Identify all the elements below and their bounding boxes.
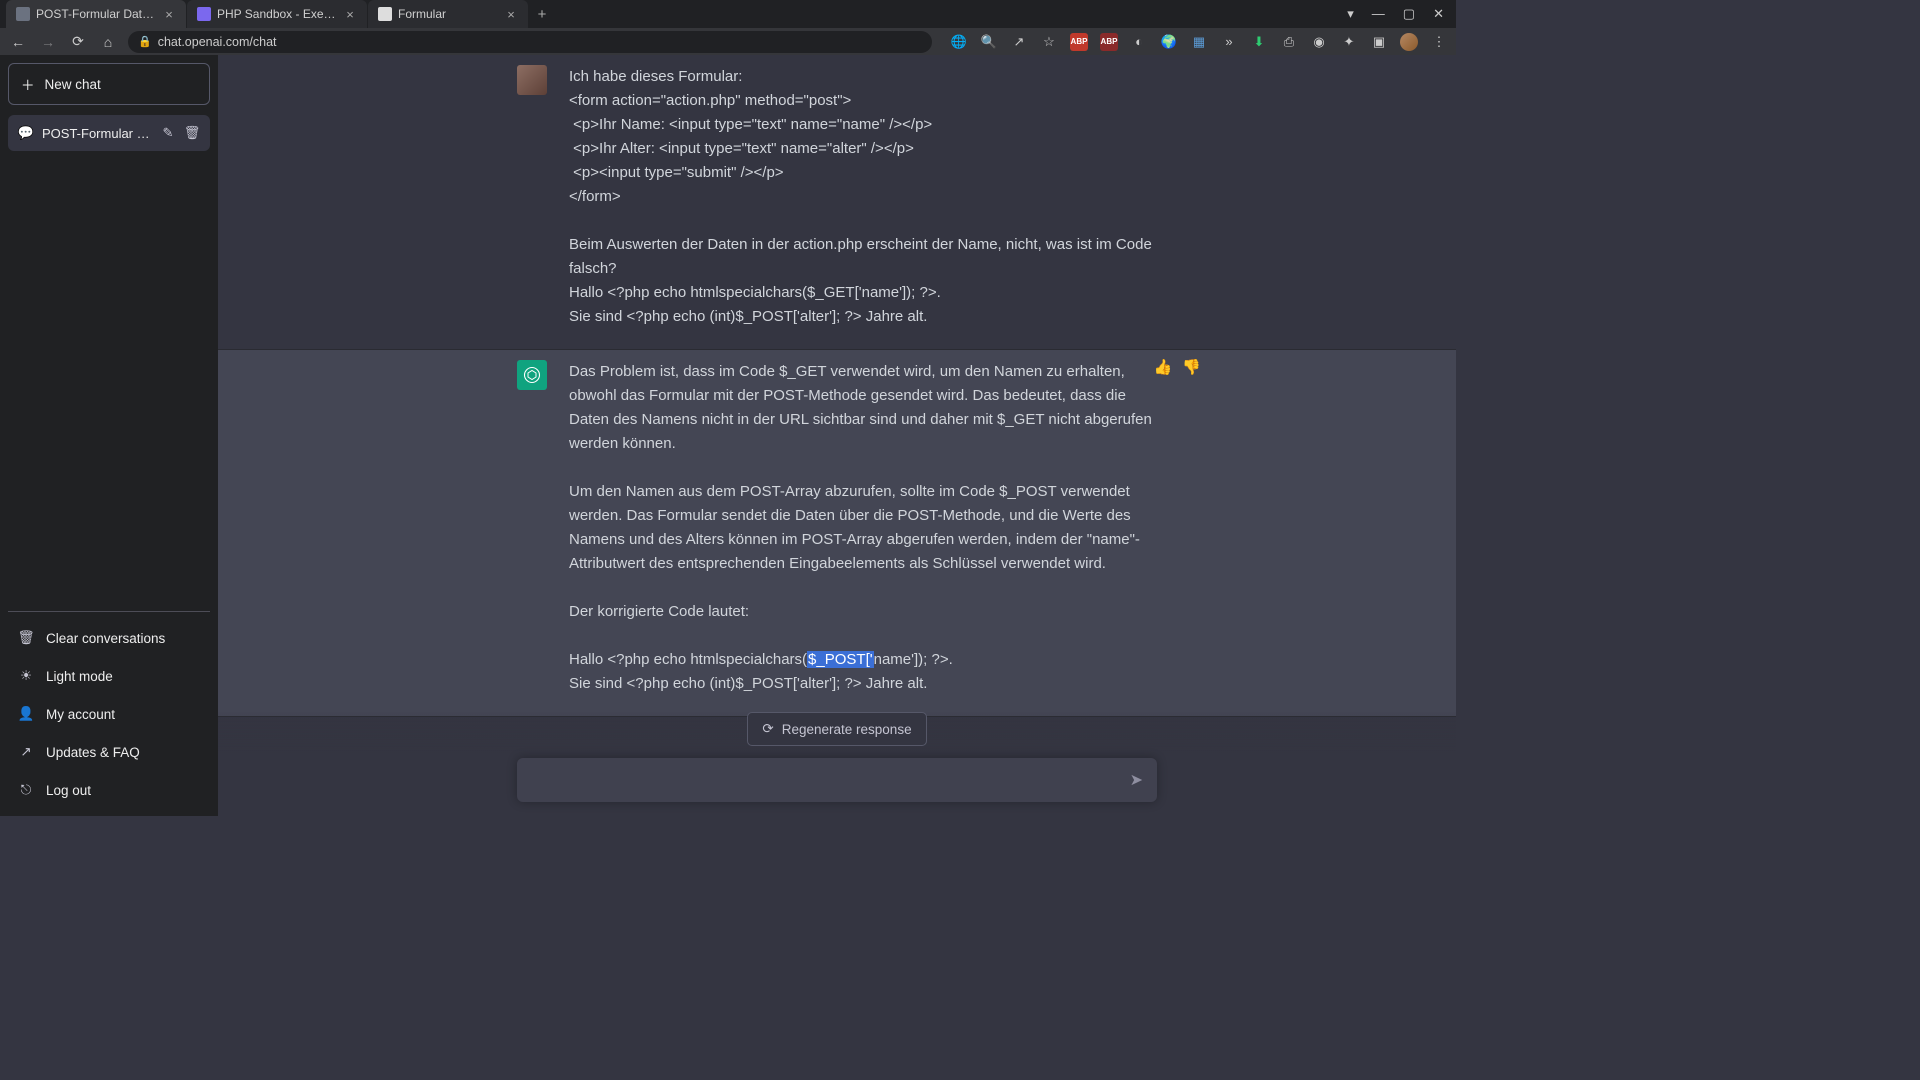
updates-faq-button[interactable]: ↗ Updates & FAQ xyxy=(8,734,210,770)
thumbs-up-icon[interactable]: 👍 xyxy=(1154,358,1173,376)
assistant-p3: Der korrigierte Code lautet: xyxy=(569,603,749,620)
menu-icon[interactable]: ⋮ xyxy=(1430,33,1448,51)
code-highlight: $_POST[' xyxy=(807,651,874,668)
code-post: name']); ?>. xyxy=(874,651,953,668)
minimize-icon[interactable]: — xyxy=(1372,6,1385,22)
main: Ich habe dieses Formular: <form action="… xyxy=(218,55,1456,816)
star-icon[interactable]: ☆ xyxy=(1040,33,1058,51)
url-text: chat.openai.com/chat xyxy=(158,35,277,49)
sidebar: ＋ New chat 💬 POST-Formular Daten v ✎ 🗑 🗑… xyxy=(0,55,218,816)
back-button[interactable]: ← xyxy=(8,32,28,52)
camcorder-ext-icon[interactable]: ◉ xyxy=(1310,33,1328,51)
extensions-icon[interactable]: ✦ xyxy=(1340,33,1358,51)
log-out-button[interactable]: ⎋ Log out xyxy=(8,772,210,808)
favicon-icon xyxy=(16,7,30,21)
sidepanel-icon[interactable]: ▣ xyxy=(1370,33,1388,51)
clear-conversations-button[interactable]: 🗑 Clear conversations xyxy=(8,620,210,656)
assistant-message-content: Das Problem ist, dass im Code $_GET verw… xyxy=(569,360,1157,696)
new-chat-button[interactable]: ＋ New chat xyxy=(8,63,210,105)
conversation-item[interactable]: 💬 POST-Formular Daten v ✎ 🗑 xyxy=(8,115,210,151)
share-icon[interactable]: ↗ xyxy=(1010,33,1028,51)
tab-title: Formular xyxy=(398,7,498,21)
user-message-content: Ich habe dieses Formular: <form action="… xyxy=(569,65,1157,329)
tab-bar: POST-Formular Daten verarbeit… × PHP San… xyxy=(0,0,1456,28)
sidebar-footer: 🗑 Clear conversations ☀ Light mode 👤 My … xyxy=(8,611,210,808)
account-label: My account xyxy=(46,707,115,722)
close-window-icon[interactable]: ✕ xyxy=(1433,6,1444,22)
messages: Ich habe dieses Formular: <form action="… xyxy=(218,55,1456,816)
light-label: Light mode xyxy=(46,669,113,684)
close-icon[interactable]: × xyxy=(162,7,176,21)
new-chat-label: New chat xyxy=(45,77,101,92)
abp-ext-icon[interactable]: ABP xyxy=(1070,33,1088,51)
tab-inactive[interactable]: Formular × xyxy=(368,0,528,28)
translate-icon[interactable]: 🌐 xyxy=(950,33,968,51)
my-account-button[interactable]: 👤 My account xyxy=(8,696,210,732)
user-avatar xyxy=(517,65,547,95)
conversation-title: POST-Formular Daten v xyxy=(42,126,152,141)
clear-label: Clear conversations xyxy=(46,631,165,646)
message-actions: 👍 👎 xyxy=(1154,358,1201,376)
globe-ext-icon[interactable]: 🌍 xyxy=(1160,33,1178,51)
toolbar-icons: 🌐 🔍 ↗ ☆ ABP ABP ◐ 🌍 ▦ » ⬇ ⎙ ◉ ✦ ▣ ⋮ xyxy=(942,33,1448,51)
download-ext-icon[interactable]: ⬇ xyxy=(1250,33,1268,51)
profile-avatar-icon[interactable] xyxy=(1400,33,1418,51)
regenerate-button[interactable]: ⟳ Regenerate response xyxy=(747,712,926,746)
dot-ext-icon[interactable]: ◐ xyxy=(1130,33,1148,51)
tab-title: PHP Sandbox - Execute PHP cod… xyxy=(217,7,337,21)
maximize-icon[interactable]: ▢ xyxy=(1403,6,1415,22)
assistant-p1: Das Problem ist, dass im Code $_GET verw… xyxy=(569,363,1156,452)
regenerate-label: Regenerate response xyxy=(782,722,912,737)
url-bar[interactable]: 🔒 chat.openai.com/chat xyxy=(128,31,932,53)
tab-inactive[interactable]: PHP Sandbox - Execute PHP cod… × xyxy=(187,0,367,28)
window-controls: ▾ — ▢ ✕ xyxy=(1347,6,1456,22)
tab-active[interactable]: POST-Formular Daten verarbeit… × xyxy=(6,0,186,28)
prompt-input-container: ➤ xyxy=(517,758,1157,802)
favicon-icon xyxy=(197,7,211,21)
message-assistant: Das Problem ist, dass im Code $_GET verw… xyxy=(218,350,1456,717)
abp-ext2-icon[interactable]: ABP xyxy=(1100,33,1118,51)
home-button[interactable]: ⌂ xyxy=(98,32,118,52)
logout-icon: ⎋ xyxy=(18,782,34,798)
browser-chrome: POST-Formular Daten verarbeit… × PHP San… xyxy=(0,0,1456,55)
light-mode-button[interactable]: ☀ Light mode xyxy=(8,658,210,694)
logout-label: Log out xyxy=(46,783,91,798)
favicon-icon xyxy=(378,7,392,21)
send-icon[interactable]: ➤ xyxy=(1130,770,1143,790)
trash-icon[interactable]: 🗑 xyxy=(184,125,200,141)
blue-ext-icon[interactable]: ▦ xyxy=(1190,33,1208,51)
conversation-list: 💬 POST-Formular Daten v ✎ 🗑 xyxy=(8,115,210,611)
code-line2: Sie sind <?php echo (int)$_POST['alter']… xyxy=(569,675,927,692)
nav-bar: ← → ⟳ ⌂ 🔒 chat.openai.com/chat 🌐 🔍 ↗ ☆ A… xyxy=(0,28,1456,55)
thumbs-down-icon[interactable]: 👎 xyxy=(1182,358,1201,376)
edit-icon[interactable]: ✎ xyxy=(160,125,176,141)
tab-title: POST-Formular Daten verarbeit… xyxy=(36,7,156,21)
code-pre: Hallo <?php echo htmlspecialchars( xyxy=(569,651,807,668)
updates-label: Updates & FAQ xyxy=(46,745,140,760)
sun-icon: ☀ xyxy=(18,668,34,684)
zoom-icon[interactable]: 🔍 xyxy=(980,33,998,51)
person-icon: 👤 xyxy=(18,706,34,722)
new-tab-button[interactable]: + xyxy=(529,1,555,27)
external-link-icon: ↗ xyxy=(18,744,34,760)
lock-icon: 🔒 xyxy=(138,35,152,48)
close-icon[interactable]: × xyxy=(504,7,518,21)
assistant-avatar xyxy=(517,360,547,390)
message-user: Ich habe dieses Formular: <form action="… xyxy=(218,55,1456,350)
camera-ext-icon[interactable]: ⎙ xyxy=(1280,33,1298,51)
chat-icon: 💬 xyxy=(18,125,34,141)
trash-icon: 🗑 xyxy=(18,630,34,646)
close-icon[interactable]: × xyxy=(343,7,357,21)
reload-button[interactable]: ⟳ xyxy=(68,32,88,52)
footer: ⟳ Regenerate response ➤ xyxy=(218,712,1456,816)
assistant-p2: Um den Namen aus dem POST-Array abzurufe… xyxy=(569,483,1140,572)
app: ＋ New chat 💬 POST-Formular Daten v ✎ 🗑 🗑… xyxy=(0,55,1456,816)
chevron-down-icon[interactable]: ▾ xyxy=(1347,6,1354,22)
chevron-ext-icon[interactable]: » xyxy=(1220,33,1238,51)
forward-button[interactable]: → xyxy=(38,32,58,52)
prompt-input[interactable] xyxy=(531,772,1130,789)
plus-icon: ＋ xyxy=(21,74,35,94)
refresh-icon: ⟳ xyxy=(762,721,773,737)
